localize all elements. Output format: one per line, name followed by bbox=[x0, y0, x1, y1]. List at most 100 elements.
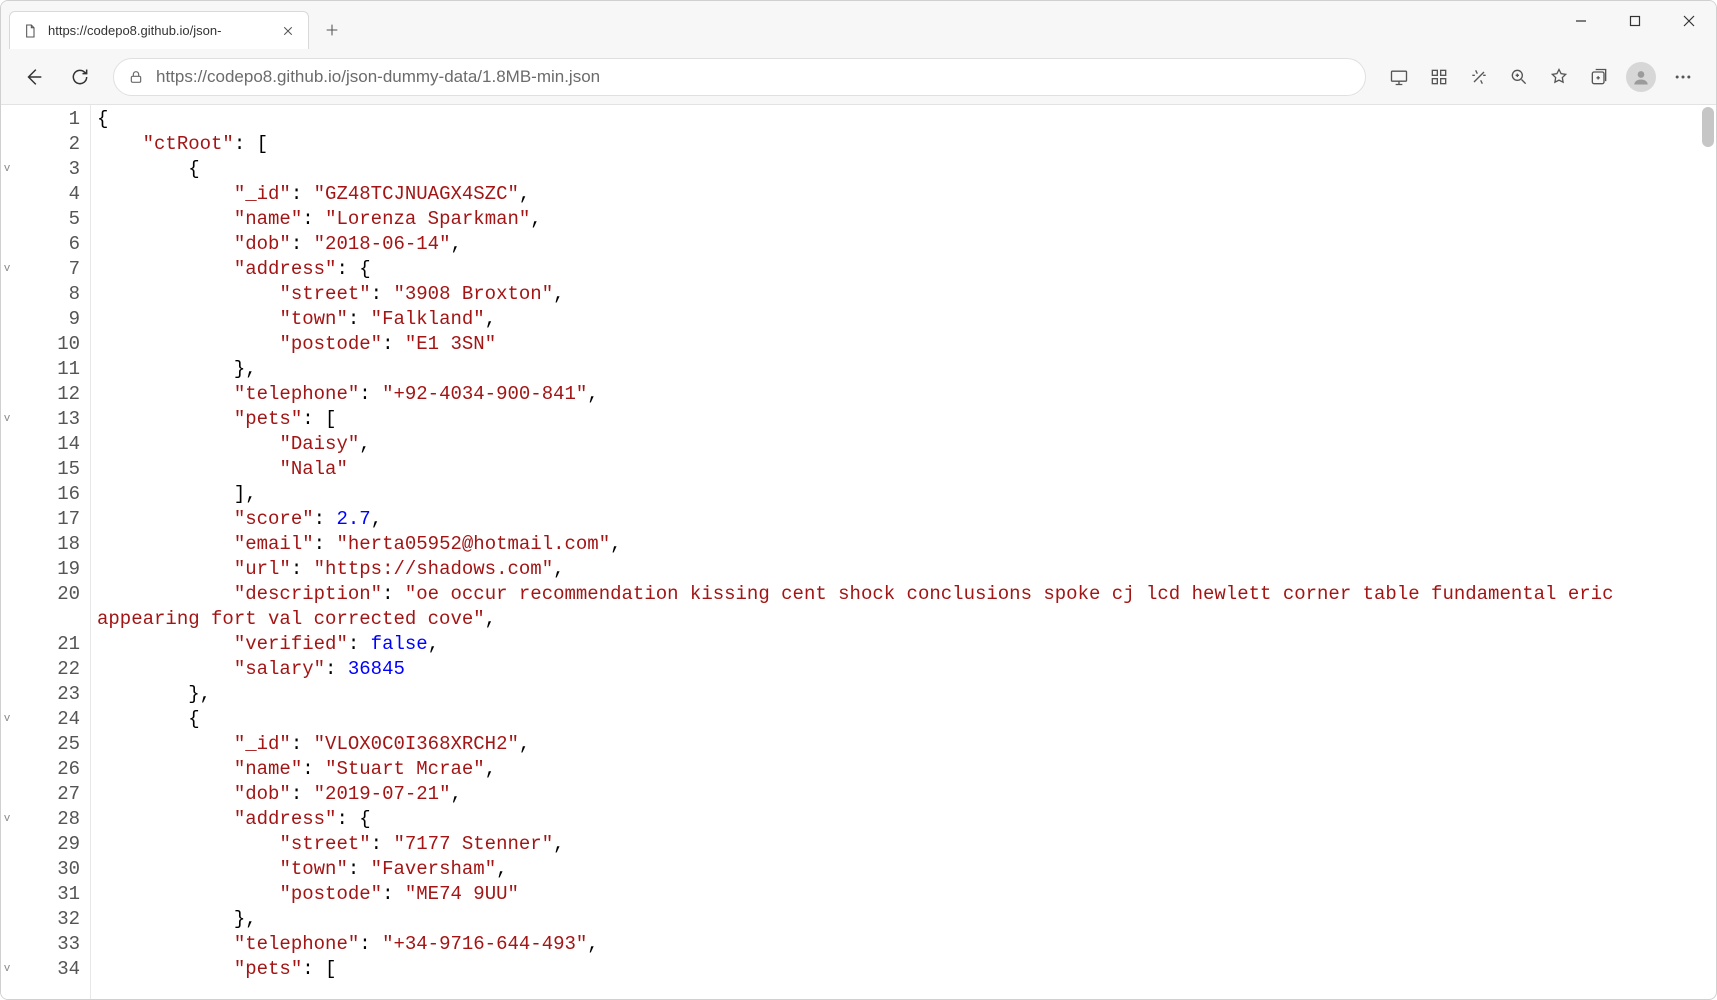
lock-icon bbox=[128, 69, 144, 85]
code-line: "pets": [ bbox=[97, 957, 1710, 982]
new-tab-button[interactable] bbox=[315, 13, 349, 47]
code-line: "telephone": "+92-4034-900-841", bbox=[97, 382, 1710, 407]
line-number: 24 bbox=[13, 707, 80, 732]
line-number: 11 bbox=[13, 357, 80, 382]
code-line: "salary": 36845 bbox=[97, 657, 1710, 682]
fold-toggle[interactable]: v bbox=[1, 407, 13, 432]
fold-toggle[interactable] bbox=[1, 632, 13, 657]
code-line: "_id": "GZ48TCJNUAGX4SZC", bbox=[97, 182, 1710, 207]
fold-toggle[interactable] bbox=[1, 857, 13, 882]
fold-toggle[interactable] bbox=[1, 307, 13, 332]
code-line: "description": "oe occur recommendation … bbox=[97, 582, 1710, 632]
collections-icon[interactable] bbox=[1580, 58, 1618, 96]
fold-toggle[interactable] bbox=[1, 382, 13, 407]
fold-toggle[interactable] bbox=[1, 932, 13, 957]
code-line: "address": { bbox=[97, 807, 1710, 832]
fold-toggle[interactable] bbox=[1, 657, 13, 682]
fold-toggle[interactable] bbox=[1, 357, 13, 382]
grid-icon[interactable] bbox=[1420, 58, 1458, 96]
more-icon[interactable] bbox=[1664, 58, 1702, 96]
fold-toggle[interactable] bbox=[1, 132, 13, 157]
code-line: "postode": "ME74 9UU" bbox=[97, 882, 1710, 907]
fold-toggle[interactable]: v bbox=[1, 807, 13, 832]
maximize-button[interactable] bbox=[1608, 1, 1662, 41]
line-number: 12 bbox=[13, 382, 80, 407]
line-number: 9 bbox=[13, 307, 80, 332]
fold-toggle[interactable] bbox=[1, 732, 13, 757]
fold-toggle[interactable] bbox=[1, 482, 13, 507]
fold-toggle[interactable] bbox=[1, 832, 13, 857]
fold-toggle[interactable] bbox=[1, 432, 13, 457]
fold-toggle[interactable]: v bbox=[1, 257, 13, 282]
code-line: "score": 2.7, bbox=[97, 507, 1710, 532]
line-number: 21 bbox=[13, 632, 80, 657]
code-line: "address": { bbox=[97, 257, 1710, 282]
desktop-icon[interactable] bbox=[1380, 58, 1418, 96]
fold-toggle[interactable]: v bbox=[1, 707, 13, 732]
profile-avatar[interactable] bbox=[1626, 62, 1656, 92]
back-button[interactable] bbox=[15, 58, 53, 96]
toolbar-right bbox=[1380, 58, 1702, 96]
line-number: 31 bbox=[13, 882, 80, 907]
fold-toggle[interactable] bbox=[1, 532, 13, 557]
fold-gutter[interactable]: v v v v v v bbox=[1, 105, 13, 999]
fold-toggle[interactable] bbox=[1, 232, 13, 257]
browser-window: https://codepo8.github.io/json- bbox=[0, 0, 1717, 1000]
code-line: "url": "https://shadows.com", bbox=[97, 557, 1710, 582]
scrollbar-thumb[interactable] bbox=[1702, 107, 1714, 147]
code-line: { bbox=[97, 107, 1710, 132]
code-line: "Daisy", bbox=[97, 432, 1710, 457]
fold-toggle[interactable]: v bbox=[1, 157, 13, 182]
content-area: vvvvvv 123456789101112131415161718192021… bbox=[1, 105, 1716, 999]
url-text: https://codepo8.github.io/json-dummy-dat… bbox=[156, 67, 1351, 87]
code-line: "town": "Falkland", bbox=[97, 307, 1710, 332]
line-number: 34 bbox=[13, 957, 80, 982]
fold-toggle[interactable] bbox=[1, 682, 13, 707]
line-number: 26 bbox=[13, 757, 80, 782]
line-number: 19 bbox=[13, 557, 80, 582]
fold-toggle[interactable] bbox=[1, 207, 13, 232]
refresh-button[interactable] bbox=[61, 58, 99, 96]
favorites-icon[interactable] bbox=[1540, 58, 1578, 96]
code-line: "dob": "2018-06-14", bbox=[97, 232, 1710, 257]
fold-toggle[interactable] bbox=[1, 557, 13, 582]
line-number: 22 bbox=[13, 657, 80, 682]
line-number: 20 bbox=[13, 582, 80, 632]
json-source[interactable]: { "ctRoot": [ { "_id": "GZ48TCJNUAGX4SZC… bbox=[91, 105, 1716, 999]
line-number: 13 bbox=[13, 407, 80, 432]
line-number: 7 bbox=[13, 257, 80, 282]
code-line: }, bbox=[97, 682, 1710, 707]
minimize-button[interactable] bbox=[1554, 1, 1608, 41]
browser-tab[interactable]: https://codepo8.github.io/json- bbox=[9, 11, 309, 49]
line-number: 32 bbox=[13, 907, 80, 932]
fold-toggle[interactable]: v bbox=[1, 957, 13, 982]
line-number: 8 bbox=[13, 282, 80, 307]
code-line: "email": "herta05952@hotmail.com", bbox=[97, 532, 1710, 557]
fold-toggle[interactable] bbox=[1, 782, 13, 807]
line-number: 16 bbox=[13, 482, 80, 507]
line-number: 30 bbox=[13, 857, 80, 882]
fold-toggle[interactable] bbox=[1, 507, 13, 532]
fold-toggle[interactable] bbox=[1, 182, 13, 207]
fold-toggle[interactable] bbox=[1, 282, 13, 307]
fold-toggle[interactable] bbox=[1, 457, 13, 482]
url-bar[interactable]: https://codepo8.github.io/json-dummy-dat… bbox=[113, 58, 1366, 96]
fold-toggle[interactable] bbox=[1, 907, 13, 932]
code-line: { bbox=[97, 157, 1710, 182]
fold-toggle[interactable] bbox=[1, 882, 13, 907]
code-line: "Nala" bbox=[97, 457, 1710, 482]
code-line: "street": "7177 Stenner", bbox=[97, 832, 1710, 857]
line-number: 27 bbox=[13, 782, 80, 807]
fold-toggle[interactable] bbox=[1, 582, 13, 632]
fold-toggle[interactable] bbox=[1, 757, 13, 782]
line-number: 33 bbox=[13, 932, 80, 957]
fold-toggle[interactable] bbox=[1, 107, 13, 132]
close-window-button[interactable] bbox=[1662, 1, 1716, 41]
tab-title: https://codepo8.github.io/json- bbox=[48, 23, 270, 38]
code-line: "telephone": "+34-9716-644-493", bbox=[97, 932, 1710, 957]
zoom-icon[interactable] bbox=[1500, 58, 1538, 96]
code-line: "street": "3908 Broxton", bbox=[97, 282, 1710, 307]
close-tab-icon[interactable] bbox=[280, 23, 296, 39]
fold-toggle[interactable] bbox=[1, 332, 13, 357]
read-aloud-icon[interactable] bbox=[1460, 58, 1498, 96]
